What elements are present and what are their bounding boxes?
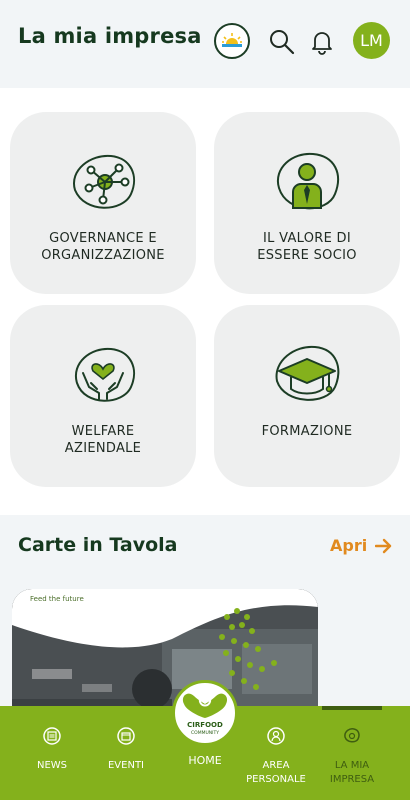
- news-icon: [43, 727, 61, 745]
- nav-label: LA MIA IMPRESA: [329, 760, 375, 785]
- tile-welfare[interactable]: WELFARE AZIENDALE: [10, 305, 196, 487]
- logo-subtext: COMMUNITY: [191, 730, 219, 736]
- weather-sun-icon: [222, 33, 242, 47]
- tile-governance[interactable]: GOVERNANCE E ORGANIZZAZIONE: [10, 112, 196, 294]
- arrow-right-icon: [375, 538, 392, 553]
- active-indicator: [322, 706, 382, 710]
- search-button[interactable]: [268, 28, 296, 56]
- avatar[interactable]: LM: [353, 22, 390, 59]
- member-person-icon: [276, 152, 340, 210]
- nav-item-area-personale[interactable]: AREA PERSONALE: [240, 726, 312, 787]
- logo-text: CIRFOOD: [187, 721, 223, 729]
- person-icon: [267, 727, 285, 745]
- section-title: Carte in Tavola: [18, 534, 178, 556]
- tile-formazione[interactable]: FORMAZIONE: [214, 305, 400, 487]
- nav-label-home[interactable]: HOME: [168, 754, 242, 767]
- heart-hands-icon: [74, 347, 136, 402]
- nav-item-eventi[interactable]: EVENTI: [90, 726, 162, 773]
- nav-label: EVENTI: [107, 760, 144, 771]
- open-label: Apri: [330, 536, 368, 555]
- tile-label: WELFARE AZIENDALE: [64, 424, 142, 456]
- nav-item-news[interactable]: NEWS: [16, 726, 88, 773]
- app-header: La mia impresa LM: [0, 0, 410, 88]
- tile-label: IL VALORE DI ESSERE SOCIO: [257, 231, 357, 263]
- bell-icon: [312, 32, 332, 55]
- tile-label: FORMAZIONE: [261, 424, 353, 439]
- nav-item-la-mia-impresa[interactable]: LA MIA IMPRESA: [316, 726, 388, 787]
- tile-valore-socio[interactable]: IL VALORE DI ESSERE SOCIO: [214, 112, 400, 294]
- home-button[interactable]: CIRFOOD COMMUNITY: [172, 680, 238, 746]
- graduation-cap-icon: [275, 345, 340, 401]
- network-icon: [73, 154, 136, 209]
- notifications-button[interactable]: [309, 28, 335, 56]
- company-icon: [344, 728, 360, 743]
- cirfood-logo: CIRFOOD COMMUNITY: [182, 693, 228, 736]
- open-link[interactable]: Apri: [330, 536, 393, 555]
- weather-button[interactable]: [214, 23, 250, 59]
- calendar-icon: [117, 727, 135, 745]
- nav-label: NEWS: [36, 760, 68, 771]
- search-icon: [270, 30, 295, 55]
- nav-label: AREA PERSONALE: [246, 760, 306, 785]
- page-title: La mia impresa: [18, 24, 202, 48]
- tile-label: GOVERNANCE E ORGANIZZAZIONE: [41, 231, 165, 263]
- card-tagline: Feed the future: [30, 595, 84, 603]
